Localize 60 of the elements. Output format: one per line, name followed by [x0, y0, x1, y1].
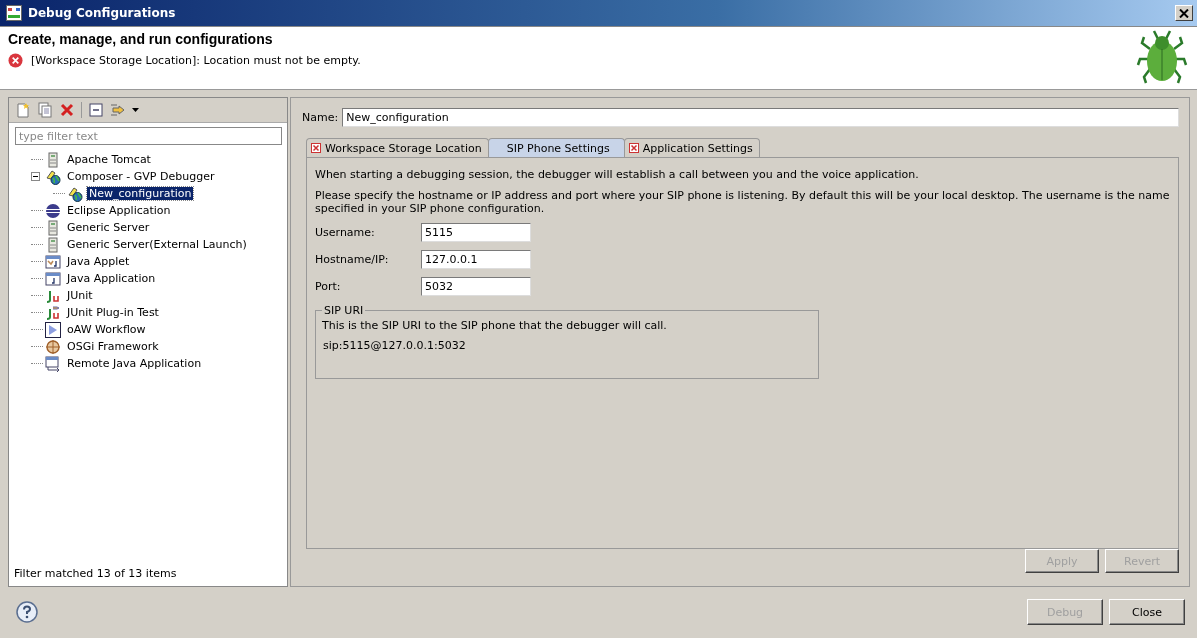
filter-status: Filter matched 13 of 13 items [13, 566, 178, 582]
tab[interactable]: Workspace Storage Location [306, 138, 489, 157]
play-icon [45, 321, 61, 338]
header-title: Create, manage, and run configurations [8, 31, 274, 47]
app-icon [6, 5, 22, 21]
tree-item[interactable]: Eclipse Application [65, 204, 173, 217]
sip-uri-value: sip:5115@127.0.0.1:5032 [322, 339, 467, 352]
help-icon[interactable] [16, 601, 38, 623]
tab[interactable]: SIP Phone Settings [487, 138, 625, 157]
new-icon[interactable] [15, 102, 31, 118]
tree-item[interactable]: JUnit [65, 289, 95, 302]
error-icon [8, 53, 23, 68]
phone-globe-icon [67, 185, 83, 202]
field-label: Port: [315, 280, 342, 293]
field-label: Hostname/IP: [315, 253, 390, 266]
delete-icon[interactable] [59, 102, 75, 118]
eclipse-icon [45, 202, 61, 219]
phone-globe-icon [45, 168, 61, 185]
input-field[interactable]: 127.0.0.1 [421, 250, 531, 269]
tree-item[interactable]: Generic Server(External Launch) [65, 238, 249, 251]
tree-item[interactable]: Java Application [65, 272, 158, 285]
tree-item[interactable]: Remote Java Application [65, 357, 204, 370]
filter-field[interactable]: type filter text [15, 127, 282, 145]
field-label: Username: [315, 226, 376, 239]
crosshair-icon [45, 338, 61, 355]
tab[interactable]: Application Settings [623, 138, 760, 157]
server-icon [45, 236, 61, 253]
window-j-icon [45, 270, 61, 287]
dialog-button[interactable]: Close [1109, 599, 1185, 625]
name-field[interactable]: New_configuration [342, 108, 1179, 127]
tree-item[interactable]: JUnit Plug-in Test [65, 306, 161, 319]
error-icon [628, 143, 639, 153]
group-description: This is the SIP URI to the SIP phone that the debugger will call. [322, 319, 668, 332]
applet-icon [45, 253, 61, 270]
tree-item[interactable]: Composer - GVP Debugger [65, 170, 217, 183]
input-field[interactable]: 5115 [421, 223, 531, 242]
server-icon [45, 219, 61, 236]
instructions-text: Please specify the hostname or IP address and port where your SIP phone is listening. By default this will be your local desktop. The username is the name specified in your SIP phone configuration. [315, 189, 1170, 215]
intro-text: When starting a debugging session, the debugger will establish a call between you and the voice application. [315, 168, 920, 181]
collapse-toggle[interactable] [31, 172, 40, 181]
tree-item[interactable]: OSGi Framework [65, 340, 161, 353]
group-title: SIP URI [323, 304, 365, 317]
input-field[interactable]: 5032 [421, 277, 531, 296]
dropdown-icon[interactable] [132, 108, 139, 112]
tree-item[interactable]: New_configuration [87, 187, 194, 200]
tree-item[interactable]: oAW Workflow [65, 323, 148, 336]
tree-item[interactable]: Java Applet [65, 255, 132, 268]
error-message: [Workspace Storage Location]: Location must not be empty. [31, 54, 361, 67]
server-icon [45, 151, 61, 168]
window-title: Debug Configurations [28, 6, 177, 20]
remote-window-icon [45, 355, 61, 372]
junit-plugin-icon [45, 304, 61, 321]
close-icon[interactable] [1175, 5, 1193, 21]
name-label: Name: [302, 111, 339, 124]
copy-icon[interactable] [37, 102, 53, 118]
error-icon [311, 143, 321, 153]
collapse-all-icon[interactable] [88, 102, 104, 118]
tree-item[interactable]: Apache Tomcat [65, 153, 153, 166]
tree-item[interactable]: Generic Server [65, 221, 152, 234]
filter-icon[interactable] [110, 102, 126, 118]
